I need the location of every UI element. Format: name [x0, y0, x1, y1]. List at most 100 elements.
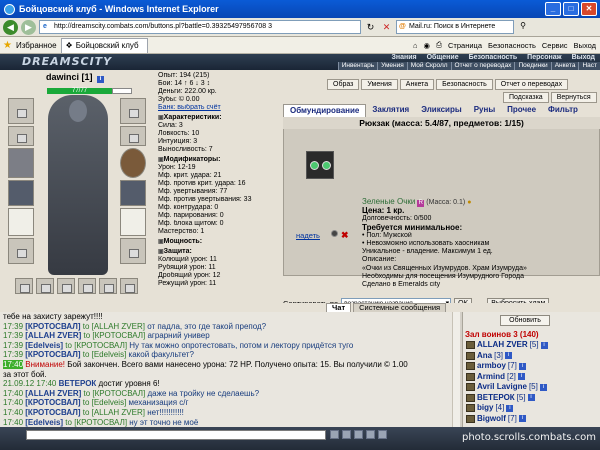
transfer-report-button[interactable]: Отчет о переводах	[494, 79, 569, 90]
private-message-icon[interactable]	[466, 341, 475, 350]
bag-slot-5[interactable]	[99, 278, 117, 294]
player-name[interactable]: armboy	[477, 361, 506, 372]
player-info-icon[interactable]: i	[506, 404, 514, 412]
drop-item-icon[interactable]: ✖	[341, 230, 349, 241]
helmet-slot[interactable]	[8, 98, 34, 124]
player-name[interactable]: Bigwolf	[477, 414, 506, 425]
maximize-button[interactable]: □	[563, 2, 579, 16]
player-name[interactable]: ВЕТЕРОК	[477, 393, 515, 404]
sub-profile[interactable]: Анкета	[550, 62, 579, 70]
clear-icon[interactable]	[342, 430, 351, 439]
translit-icon[interactable]	[378, 430, 387, 439]
cmd-page[interactable]: Страница	[448, 41, 482, 50]
tab-runes[interactable]: Руны	[468, 104, 501, 117]
chat-user[interactable]: [ALLAH ZVER]	[25, 331, 81, 340]
item-info-icon[interactable]: ●	[467, 199, 471, 206]
player-name[interactable]: Ana	[477, 351, 492, 362]
chat-user[interactable]: [КРОТОСВАЛ]	[25, 322, 80, 331]
player-row[interactable]: ВЕТЕРОК [5] i	[466, 393, 596, 404]
necklace-slot[interactable]	[8, 126, 34, 146]
search-input[interactable]: Mail.ru: Поиск в Интернете	[396, 20, 514, 34]
player-name[interactable]: Armind	[477, 372, 505, 383]
favorites-button[interactable]: Избранное	[16, 41, 57, 50]
chat-time[interactable]: 17:39	[3, 322, 23, 331]
private-message-icon[interactable]	[466, 393, 475, 402]
chat-time[interactable]: 17:40	[3, 418, 23, 427]
sub-transfers[interactable]: Отчет о переводах	[450, 62, 515, 70]
profile-button[interactable]: Анкета	[399, 79, 435, 90]
ring-slot[interactable]	[120, 126, 146, 146]
belt-slot[interactable]	[8, 238, 34, 264]
player-row[interactable]: Bigwolf [7] i	[466, 414, 596, 425]
chat-time[interactable]: 17:39	[3, 350, 23, 359]
info-icon[interactable]: i	[97, 76, 105, 83]
bank-link[interactable]: Банк: выбрать счёт	[158, 104, 280, 112]
boots-slot[interactable]	[120, 238, 146, 264]
player-info-icon[interactable]: i	[527, 394, 535, 402]
chat-time[interactable]: 17:39	[3, 331, 23, 340]
sub-settings[interactable]: Наст	[578, 62, 600, 70]
player-row[interactable]: bigy [4] i	[466, 403, 596, 414]
bag-slot-1[interactable]	[15, 278, 33, 294]
chat-user[interactable]: [КРОТОСВАЛ]	[25, 408, 80, 417]
tab-filter[interactable]: Фильтр	[542, 104, 584, 117]
chat-user[interactable]: [Edelveis]	[25, 418, 63, 427]
player-info-icon[interactable]: i	[539, 383, 547, 391]
player-row[interactable]: Avril Lavigne [5] i	[466, 382, 596, 393]
sub-skills[interactable]: Умения	[377, 62, 407, 70]
private-message-icon[interactable]	[466, 362, 475, 371]
player-name[interactable]: ALLAH ZVER	[477, 340, 528, 351]
private-message-icon[interactable]	[466, 372, 475, 381]
bag-slot-4[interactable]	[78, 278, 96, 294]
gear-icon[interactable]	[331, 230, 338, 237]
section-power[interactable]: Мощность:	[158, 238, 280, 246]
player-name[interactable]: Avril Lavigne	[477, 382, 527, 393]
shirt-slot[interactable]	[8, 208, 34, 236]
forward-button[interactable]: ▶	[21, 19, 36, 35]
player-info-icon[interactable]: i	[517, 373, 525, 381]
chat-input[interactable]	[26, 430, 326, 440]
player-row[interactable]: Ana [3] i	[466, 351, 596, 362]
sub-fights[interactable]: Поединки	[514, 62, 551, 70]
cmd-exit[interactable]: Выход	[574, 41, 596, 50]
filter-icon[interactable]	[354, 430, 363, 439]
cmd-security[interactable]: Безопасность	[488, 41, 536, 50]
tab-equipment[interactable]: Обмундирование	[283, 104, 367, 117]
section-characteristics[interactable]: Характеристики:	[158, 114, 280, 122]
chat-scrollbar[interactable]	[452, 312, 460, 427]
chat-time[interactable]: 21.09.12 17:40	[3, 379, 56, 388]
section-modifiers[interactable]: Модификаторы:	[158, 156, 280, 164]
smiley-icon[interactable]	[330, 430, 339, 439]
pants-slot[interactable]	[120, 208, 146, 236]
private-message-icon[interactable]	[466, 414, 475, 423]
sub-inventory[interactable]: Инвентарь	[337, 62, 378, 70]
player-name[interactable]: bigy	[477, 403, 493, 414]
chat-time[interactable]: 17:39	[3, 341, 23, 350]
chat-time[interactable]: 17:40	[3, 408, 23, 417]
weapon-slot[interactable]	[8, 148, 34, 178]
player-info-icon[interactable]: i	[540, 341, 548, 349]
shield-slot[interactable]	[120, 148, 146, 178]
refresh-list-button[interactable]: Обновить	[500, 315, 550, 326]
player-row[interactable]: armboy [7] i	[466, 361, 596, 372]
home-icon[interactable]: ⌂	[413, 41, 418, 50]
close-button[interactable]: ✕	[581, 2, 597, 16]
chat-user[interactable]: [Edelveis]	[25, 341, 63, 350]
bag-slot-2[interactable]	[36, 278, 54, 294]
player-info-icon[interactable]: i	[518, 415, 526, 423]
chat-user[interactable]: [КРОТОСВАЛ]	[25, 398, 80, 407]
favorites-star-icon[interactable]: ★	[3, 40, 12, 51]
back-button[interactable]: ◀	[3, 19, 18, 35]
browser-tab[interactable]: ❖ Бойцовский клуб	[60, 37, 148, 53]
private-message-icon[interactable]	[466, 404, 475, 413]
earrings-slot[interactable]	[120, 98, 146, 124]
refresh-icon[interactable]: ↻	[364, 21, 377, 34]
address-input[interactable]: http://dreamscity.combats.com/buttons.pl…	[39, 20, 361, 34]
cmd-tools[interactable]: Сервис	[542, 41, 568, 50]
chat-user[interactable]: [КРОТОСВАЛ]	[25, 350, 80, 359]
player-row[interactable]: Armind [2] i	[466, 372, 596, 383]
print-icon[interactable]: ⎙	[436, 40, 442, 50]
feeds-icon[interactable]: ◉	[423, 41, 430, 50]
player-info-icon[interactable]: i	[505, 352, 513, 360]
hint-button[interactable]: Подсказка	[503, 92, 549, 103]
